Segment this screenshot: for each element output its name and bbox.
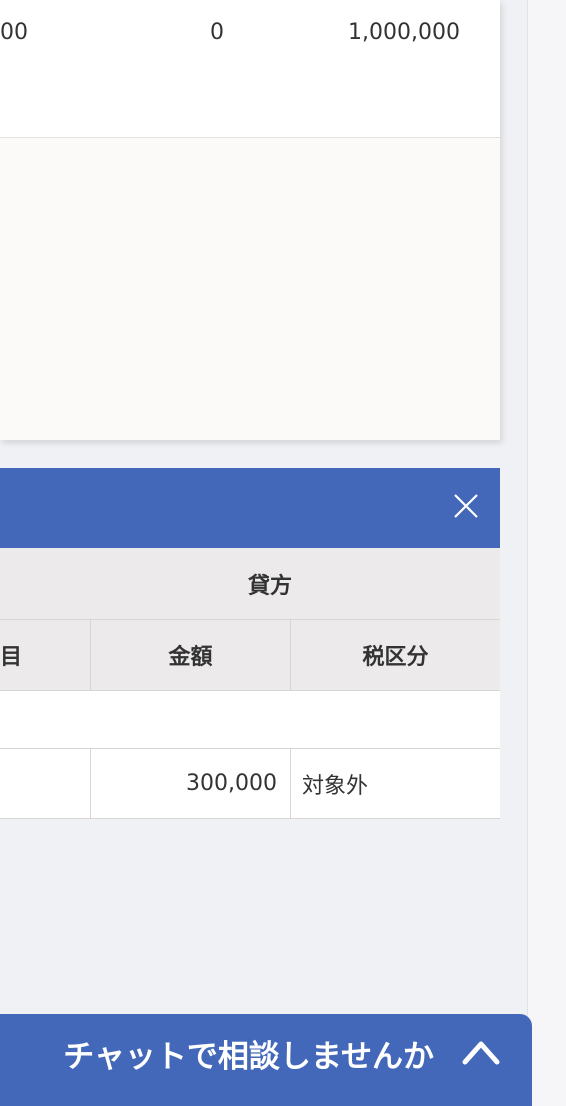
col-amount: 金額	[168, 645, 213, 670]
tax-category-cell: 対象外	[302, 773, 369, 799]
table-group-header: 貸方	[0, 548, 500, 620]
journal-table: 貸方 目 金額 税区分 300,000 対象外	[0, 548, 500, 819]
app-viewport: 00 0 1,000,000 貸方 目 金額 税区分 300,000 対象外 チ…	[0, 0, 566, 1106]
close-button[interactable]	[450, 490, 482, 522]
credit-header: 貸方	[247, 573, 292, 599]
summary-cell-partial: 00	[0, 20, 28, 45]
table-row-empty	[0, 691, 500, 749]
col-tax-category: 税区分	[362, 645, 429, 670]
scrollbar-track[interactable]	[527, 0, 566, 1106]
summary-cell-zero: 0	[210, 20, 224, 45]
col-account-partial: 目	[0, 645, 23, 670]
chat-prompt-label: チャットで相談しませんか	[63, 1038, 434, 1075]
journal-panel: 貸方 目 金額 税区分 300,000 対象外	[0, 468, 500, 1013]
panel-header	[0, 468, 500, 548]
chat-prompt-bar[interactable]: チャットで相談しませんか	[0, 1014, 532, 1106]
credit-amount-cell: 300,000	[186, 771, 277, 796]
summary-cell-total: 1,000,000	[348, 20, 460, 45]
table-row[interactable]: 300,000 対象外	[0, 749, 500, 819]
summary-row: 00 0 1,000,000	[0, 0, 500, 138]
table-column-header: 目 金額 税区分	[0, 620, 500, 691]
column-divider	[290, 749, 291, 818]
chevron-up-icon	[462, 1041, 500, 1065]
summary-card: 00 0 1,000,000	[0, 0, 500, 440]
close-icon	[454, 494, 478, 518]
